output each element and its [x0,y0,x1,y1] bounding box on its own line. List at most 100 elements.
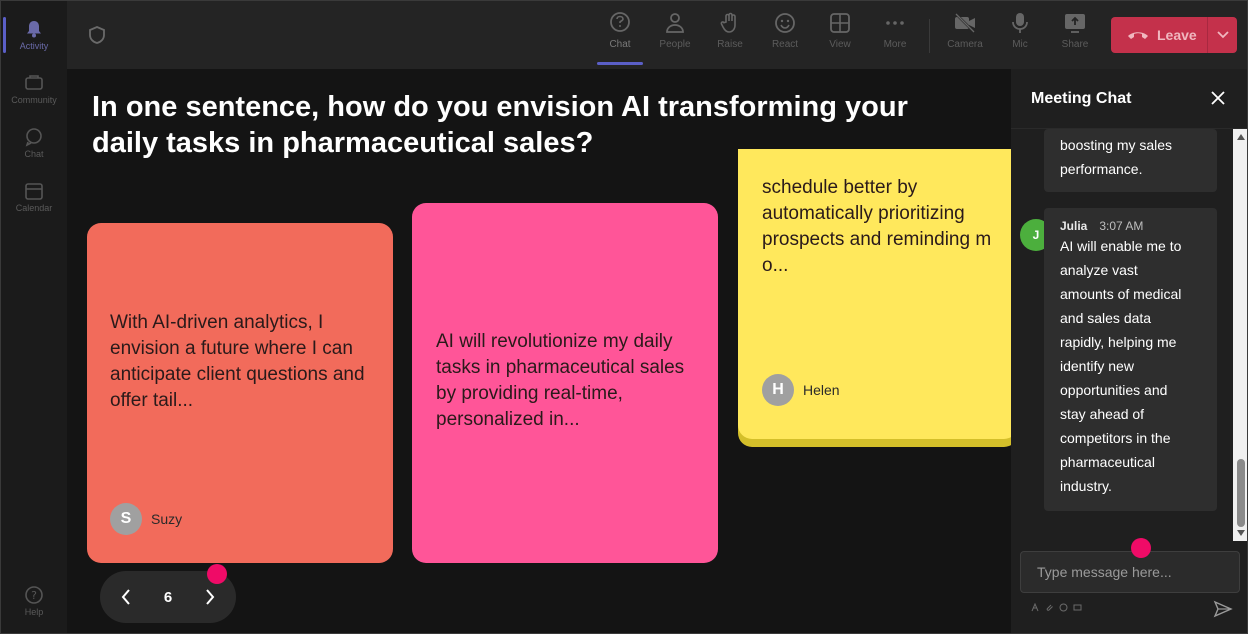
meeting-window: Activity Community Chat Calendar ? Help … [0,0,1248,634]
message-line: stay ahead of [1060,406,1145,422]
chat-scrollbar[interactable] [1233,129,1247,541]
rail-item-chat[interactable]: Chat [1,119,67,167]
shield-icon[interactable] [87,25,107,45]
message-line: opportunities and [1060,382,1168,398]
message-line: competitors in the [1060,430,1171,446]
leave-options-dropdown[interactable] [1207,17,1237,53]
people-button[interactable]: People [652,11,698,61]
avatar: H [762,374,794,406]
message-line: analyze vast [1060,262,1138,278]
chat-messages: boosting my sales performance. J Julia 3… [1011,129,1233,541]
rail-item-help[interactable]: ? Help [1,577,67,625]
view-button[interactable]: View [817,11,863,61]
message-line: amounts of medical [1060,286,1182,302]
sender-name: Julia [1060,219,1088,233]
share-label: Share [1061,39,1089,50]
rail-label-community: Community [11,95,57,105]
calendar-icon [25,183,43,200]
view-label: View [829,39,851,50]
raise-hand-button[interactable]: Raise [707,11,753,61]
app-rail: Activity Community Chat Calendar ? Help [1,1,67,633]
message-line: rapidly, helping me [1060,334,1177,350]
response-card[interactable]: schedule better by automatically priorit… [738,149,1011,439]
card-author: H Helen [762,374,840,406]
more-label: More [883,39,907,50]
raise-label: Raise [717,39,743,50]
chat-message: Julia 3:07 AM AI will enable me to analy… [1044,208,1217,511]
react-label: React [771,39,799,50]
rail-item-activity[interactable]: Activity [1,11,67,59]
avatar-initial: J [1032,228,1040,242]
people-label: People [659,39,691,50]
format-toolbar [1031,603,1082,612]
community-icon [25,75,43,90]
react-button[interactable]: React [762,11,808,61]
author-name: Suzy [151,511,183,527]
chat-button[interactable]: Chat [597,11,643,65]
card-author: S Suzy [110,503,182,535]
click-indicator-dot [1131,538,1151,558]
response-card[interactable]: AI will revolutionize my daily tasks in … [412,203,718,563]
chevron-right-icon [206,589,215,605]
share-button[interactable]: Share [1052,11,1098,61]
card-text: With AI-driven analytics, I envision a f… [110,312,365,411]
scroll-down-arrow[interactable] [1237,530,1245,536]
message-meta: Julia 3:07 AM [1060,218,1201,234]
camera-button[interactable]: Camera [942,11,988,61]
leave-label: Leave [1157,27,1197,43]
grid-icon [830,13,850,33]
close-icon[interactable] [1209,89,1227,107]
rail-label-activity: Activity [19,41,49,51]
message-line: AI will enable me to [1060,238,1182,254]
meeting-chat-panel: Meeting Chat boosting my sales performan… [1011,69,1247,633]
board-area: In one sentence, how do you envision AI … [67,69,1011,633]
prev-page-button[interactable] [106,577,146,617]
chat-icon [25,128,42,147]
next-page-button[interactable] [190,577,230,617]
author-name: Helen [803,382,840,398]
people-icon [666,13,684,33]
message-line: industry. [1060,478,1112,494]
message-input[interactable]: Type message here... [1020,551,1240,593]
mic-label: Mic [1012,39,1028,50]
chat-icon [610,12,630,32]
more-button[interactable]: More [872,11,918,61]
chat-header: Meeting Chat [1011,69,1247,129]
hand-icon [720,12,736,33]
emoji-icon[interactable] [1059,603,1068,612]
svg-text:?: ? [31,589,37,602]
ellipsis-icon [886,21,904,25]
rail-label-calendar: Calendar [15,203,53,213]
rail-label-help: Help [24,607,44,617]
card-text: AI will revolutionize my daily tasks in … [436,331,685,430]
page-number: 6 [163,588,173,606]
message-time: 3:07 AM [1099,219,1144,233]
mic-button[interactable]: Mic [997,11,1043,61]
send-icon[interactable] [1213,599,1233,619]
message-line: and sales data [1060,310,1152,326]
response-card[interactable]: With AI-driven analytics, I envision a f… [87,223,393,563]
phone-hangup-icon [1128,32,1148,39]
attach-icon[interactable] [1045,603,1054,612]
rail-item-calendar[interactable]: Calendar [1,173,67,221]
leave-button[interactable]: Leave [1111,17,1237,53]
rail-label-chat: Chat [24,149,44,159]
message-line: identify new [1060,358,1134,374]
chevron-left-icon [121,589,130,605]
mic-icon [1012,13,1028,33]
camera-off-icon [955,13,975,33]
format-icon[interactable] [1031,603,1040,612]
scrollbar-thumb[interactable] [1237,459,1245,527]
chevron-down-icon [1216,31,1229,39]
rail-item-community[interactable]: Community [1,65,67,113]
scroll-up-arrow[interactable] [1237,134,1245,140]
chat-label: Chat [609,39,631,50]
toolbar-divider [929,19,930,53]
smiley-icon [775,13,795,33]
meeting-toolbar: Chat People Raise React View More Camera [67,1,1247,69]
click-indicator-dot [207,564,227,584]
message-line: performance. [1060,161,1143,177]
gif-icon[interactable] [1073,603,1082,612]
avatar: S [110,503,142,535]
help-icon: ? [25,586,43,604]
